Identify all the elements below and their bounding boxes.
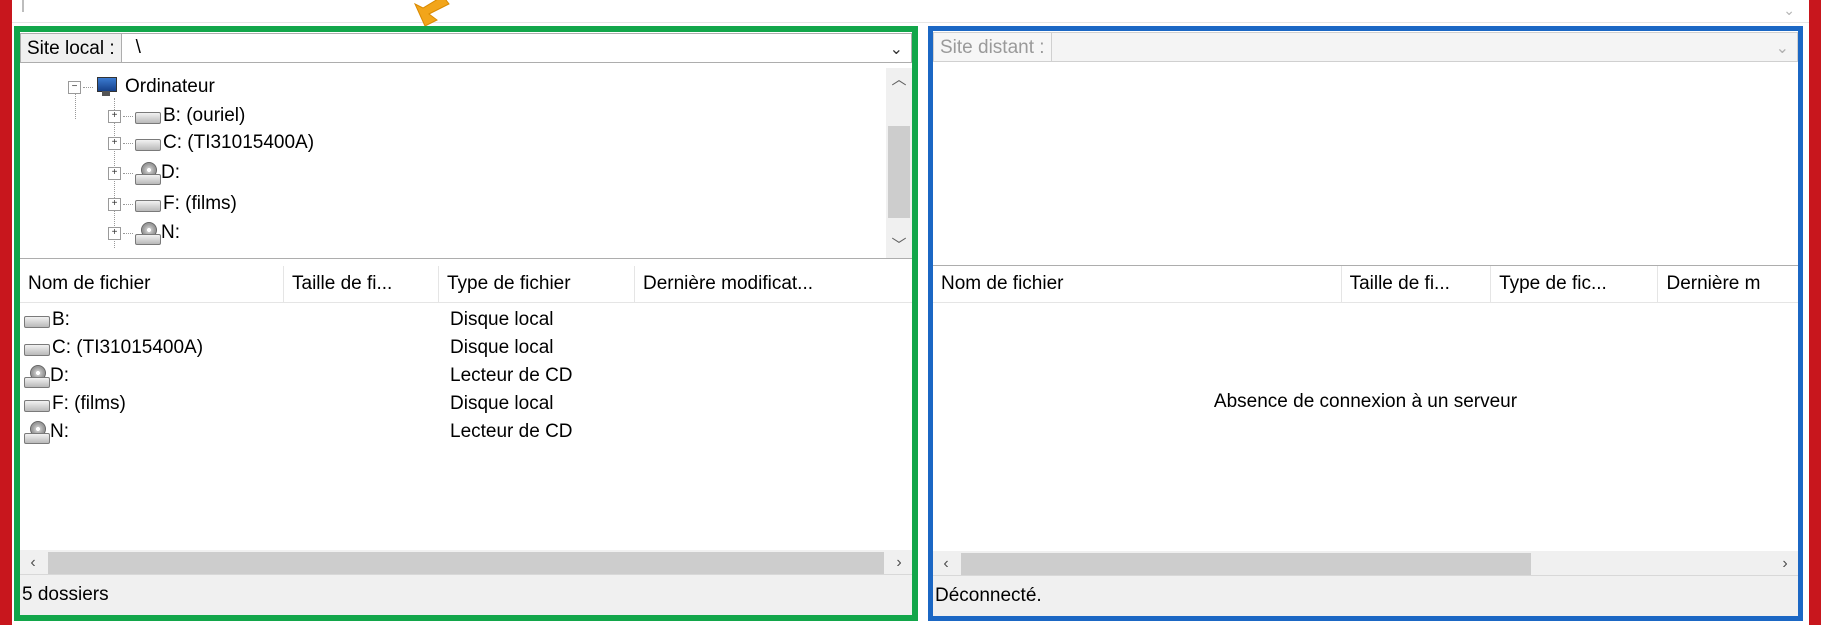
- file-type: Disque local: [450, 393, 554, 414]
- local-directory-tree[interactable]: − Ordinateur + B: (ouriel) + C: (TI31015…: [20, 68, 912, 259]
- expand-icon[interactable]: +: [108, 226, 121, 240]
- local-status-bar: 5 dossiers: [20, 574, 912, 615]
- expand-icon[interactable]: +: [108, 136, 121, 150]
- collapse-icon[interactable]: −: [68, 80, 81, 94]
- list-item[interactable]: C: (TI31015400A) Disque local: [20, 334, 900, 362]
- column-header-type[interactable]: Type de fic...: [1491, 266, 1659, 302]
- local-horizontal-scrollbar[interactable]: ‹ ›: [20, 550, 912, 576]
- cd-drive-icon: [135, 162, 161, 185]
- remote-horizontal-scrollbar[interactable]: ‹ ›: [933, 551, 1798, 577]
- local-site-path-combo[interactable]: \ ⌄: [121, 33, 912, 64]
- tree-dots: [123, 172, 133, 174]
- tree-node-label: C: (TI31015400A): [163, 132, 315, 153]
- remote-file-list-header: Nom de fichier Taille de fi... Type de f…: [933, 265, 1798, 303]
- scroll-left-icon[interactable]: ‹: [933, 551, 959, 577]
- tree-node-label: B: (ouriel): [163, 105, 246, 126]
- hard-drive-icon: [24, 400, 50, 412]
- column-header-modified[interactable]: Dernière modificat...: [635, 266, 912, 302]
- empty-list-message: Absence de connexion à un serveur: [1213, 391, 1518, 412]
- local-site-panel: Site local : \ ⌄ − Ordinateur + B: (ouri…: [14, 26, 918, 621]
- expand-icon[interactable]: +: [108, 166, 121, 180]
- chevron-down-icon[interactable]: ⌄: [890, 36, 903, 64]
- scrollbar-thumb[interactable]: [961, 553, 1531, 575]
- column-header-filename[interactable]: Nom de fichier: [933, 266, 1342, 302]
- list-item[interactable]: D: Lecteur de CD: [20, 362, 900, 390]
- local-site-label: Site local :: [20, 33, 122, 63]
- remote-site-path-combo[interactable]: ⌄: [1051, 32, 1798, 63]
- list-item[interactable]: B: Disque local: [20, 306, 900, 334]
- highlight-arrow-icon: [413, 0, 450, 26]
- list-item[interactable]: F: (films) Disque local: [20, 390, 900, 418]
- scroll-left-icon[interactable]: ‹: [20, 550, 46, 576]
- tree-node-drive[interactable]: + N:: [108, 218, 180, 248]
- tree-node-label: F: (films): [163, 193, 237, 214]
- file-name: B:: [52, 309, 70, 330]
- tree-node-drive[interactable]: + C: (TI31015400A): [108, 128, 314, 158]
- tree-vertical-scrollbar[interactable]: ︿ ﹀: [886, 68, 912, 258]
- hard-drive-icon: [135, 112, 161, 124]
- tree-dots: [123, 203, 133, 205]
- tree-dots: [123, 232, 133, 234]
- column-header-filename[interactable]: Nom de fichier: [20, 266, 284, 302]
- hard-drive-icon: [135, 200, 161, 212]
- column-header-type[interactable]: Type de fichier: [439, 266, 635, 302]
- column-header-modified[interactable]: Dernière m: [1658, 266, 1798, 302]
- local-site-path[interactable]: \: [136, 37, 141, 58]
- tree-node-label: N:: [161, 222, 180, 243]
- file-name: F: (films): [52, 393, 126, 414]
- list-item[interactable]: N: Lecteur de CD: [20, 418, 900, 446]
- local-site-bar: Site local : \ ⌄: [20, 32, 912, 64]
- tree-node-drive[interactable]: + B: (ouriel): [108, 101, 245, 131]
- file-type: Lecteur de CD: [450, 421, 573, 442]
- tree-node-drive[interactable]: + F: (films): [108, 189, 237, 219]
- remote-site-label: Site distant :: [933, 32, 1052, 62]
- computer-icon: [95, 77, 117, 97]
- hard-drive-icon: [24, 344, 50, 356]
- remote-site-bar: Site distant : ⌄: [933, 31, 1798, 63]
- tree-dots: [83, 86, 93, 88]
- tree-node-label: D:: [161, 162, 180, 183]
- file-type: Disque local: [450, 337, 554, 358]
- file-name: C: (TI31015400A): [52, 337, 204, 358]
- local-file-list-header: Nom de fichier Taille de fi... Type de f…: [20, 266, 912, 303]
- top-strip: ⌄: [12, 0, 1809, 23]
- hard-drive-icon: [135, 139, 161, 151]
- scrollbar-thumb[interactable]: [48, 552, 884, 574]
- cd-drive-icon: [135, 222, 161, 245]
- file-name: D:: [50, 365, 69, 386]
- hard-drive-icon: [24, 316, 50, 328]
- scrollbar-thumb[interactable]: [888, 126, 910, 218]
- scroll-down-icon[interactable]: ﹀: [886, 234, 912, 258]
- remote-site-panel: Site distant : ⌄ Nom de fichier Taille d…: [928, 26, 1803, 621]
- expand-icon[interactable]: +: [108, 109, 121, 123]
- tree-dots: [123, 115, 133, 117]
- column-header-size[interactable]: Taille de fi...: [1342, 266, 1492, 302]
- scroll-up-icon[interactable]: ︿: [886, 68, 912, 92]
- chevron-down-icon[interactable]: ⌄: [1776, 35, 1789, 63]
- tree-node-drive[interactable]: + D:: [108, 158, 180, 188]
- cd-drive-icon: [24, 365, 50, 388]
- tree-dots: [123, 142, 133, 144]
- tree-node-computer[interactable]: − Ordinateur: [68, 72, 215, 102]
- scroll-right-icon[interactable]: ›: [1772, 551, 1798, 577]
- local-file-list: B: Disque local C: (TI31015400A) Disque …: [20, 304, 912, 504]
- strip-divider: [22, 0, 24, 12]
- remote-status-bar: Déconnecté.: [933, 575, 1798, 616]
- file-type: Lecteur de CD: [450, 365, 573, 386]
- cd-drive-icon: [24, 421, 50, 444]
- expand-icon[interactable]: +: [108, 197, 121, 211]
- file-type: Disque local: [450, 309, 554, 330]
- column-header-size[interactable]: Taille de fi...: [284, 266, 439, 302]
- chevron-down-icon[interactable]: ⌄: [1783, 2, 1795, 19]
- scroll-right-icon[interactable]: ›: [886, 550, 912, 576]
- tree-node-label: Ordinateur: [125, 76, 215, 97]
- file-name: N:: [50, 421, 69, 442]
